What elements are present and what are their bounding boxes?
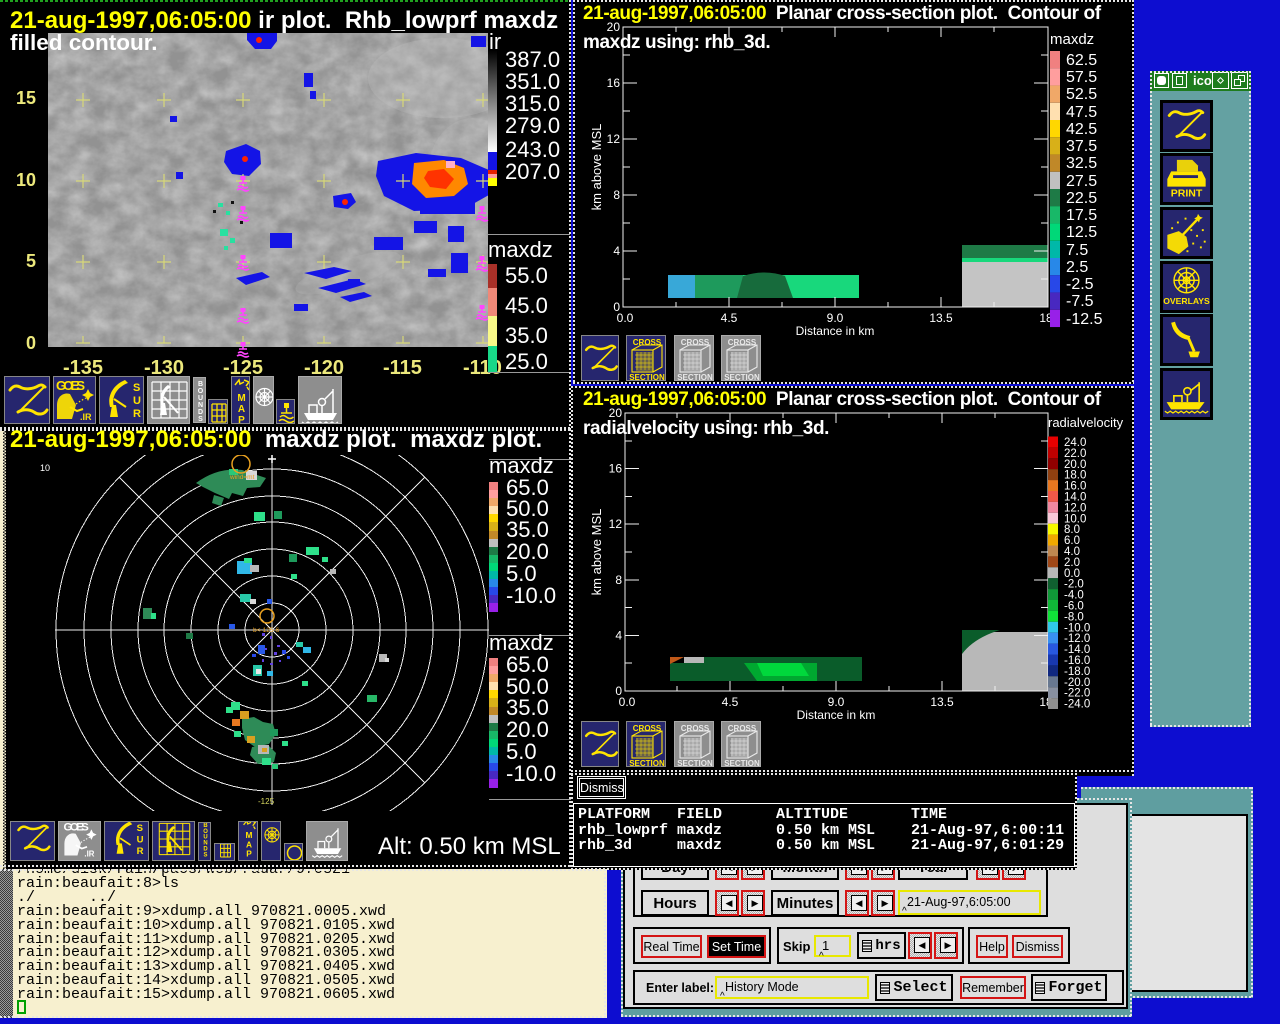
svg-text:wind=mt: wind=mt: [229, 474, 255, 481]
svg-text:km above MSL: km above MSL: [589, 509, 604, 596]
svg-text:9.0: 9.0: [827, 311, 844, 325]
svg-text:12.5: 12.5: [1066, 224, 1097, 241]
svg-text:Distance in km: Distance in km: [797, 708, 876, 722]
svg-text:27.5: 27.5: [1066, 173, 1097, 190]
svg-text:8: 8: [613, 188, 620, 202]
svg-text:16: 16: [609, 462, 623, 476]
svg-text:b<-125-6: b<-125-6: [253, 627, 280, 634]
svg-text:radialvelocity: radialvelocity: [1048, 415, 1124, 430]
svg-text:-24.0: -24.0: [1064, 699, 1090, 711]
svg-text:37.5: 37.5: [1066, 138, 1097, 155]
svg-text:8: 8: [615, 573, 622, 587]
svg-text:4.5: 4.5: [721, 311, 738, 325]
svg-text:12: 12: [609, 517, 623, 531]
svg-text:2.5: 2.5: [1066, 259, 1088, 276]
svg-text:16: 16: [607, 76, 621, 90]
svg-text:47.5: 47.5: [1066, 104, 1097, 121]
svg-text:4: 4: [615, 628, 622, 642]
svg-text:-125: -125: [258, 797, 275, 806]
svg-text:-2.5: -2.5: [1066, 276, 1094, 293]
svg-text:57.5: 57.5: [1066, 69, 1097, 86]
svg-text:maxdz: maxdz: [1050, 31, 1094, 48]
svg-text:52.5: 52.5: [1066, 86, 1097, 103]
svg-text:7.5: 7.5: [1066, 242, 1088, 259]
svg-text:12: 12: [607, 132, 621, 146]
svg-text:0.0: 0.0: [619, 695, 636, 709]
svg-text:4: 4: [613, 244, 620, 258]
svg-text:Distance in km: Distance in km: [796, 324, 875, 338]
svg-text:0.0: 0.0: [617, 311, 634, 325]
svg-text:km above MSL: km above MSL: [589, 124, 604, 211]
svg-text:32.5: 32.5: [1066, 155, 1097, 172]
svg-text:22.5: 22.5: [1066, 190, 1097, 207]
svg-text:42.5: 42.5: [1066, 121, 1097, 138]
svg-text:4.5: 4.5: [722, 695, 739, 709]
svg-text:17.5: 17.5: [1066, 207, 1097, 224]
svg-text:-7.5: -7.5: [1066, 293, 1094, 310]
svg-text:13.5: 13.5: [930, 695, 954, 709]
svg-text:13.5: 13.5: [929, 311, 953, 325]
svg-text:62.5: 62.5: [1066, 52, 1097, 69]
svg-text:-12.5: -12.5: [1066, 311, 1103, 328]
svg-text:9.0: 9.0: [828, 695, 845, 709]
